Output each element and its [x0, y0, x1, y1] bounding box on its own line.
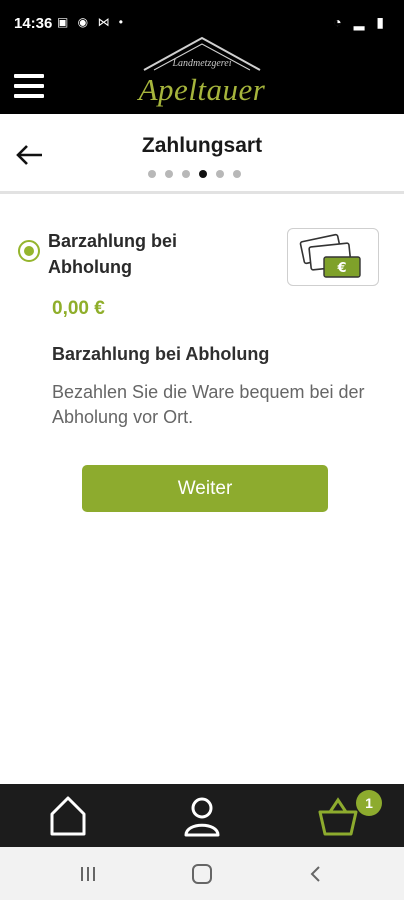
bottom-navigation: [0, 784, 404, 847]
notification-icons: ▣ ◉ ⋈ •: [57, 15, 127, 29]
hamburger-icon[interactable]: [14, 74, 44, 100]
step-dot: [216, 170, 224, 178]
system-status-icons: ◔ ▂ ▮: [333, 14, 388, 30]
svg-text:€: €: [336, 261, 346, 276]
home-icon[interactable]: [46, 794, 90, 838]
step-dot: [165, 170, 173, 178]
system-navigation-bar: [0, 847, 404, 900]
app-header: 14:36 ▣ ◉ ⋈ • ◔ ▂ ▮ Landmetzgerei Apelta…: [0, 0, 404, 114]
basket-icon[interactable]: [316, 794, 360, 838]
logo-name: Apeltauer: [138, 72, 266, 107]
logo-subtitle: Landmetzgerei: [172, 58, 232, 69]
step-dot: [148, 170, 156, 178]
home-button-icon[interactable]: [190, 863, 214, 885]
step-indicator: [148, 170, 241, 180]
payment-price: 0,00 €: [52, 298, 105, 319]
step-dot: [233, 170, 241, 178]
status-time: 14:36: [14, 15, 53, 32]
payment-method-title: Barzahlung bei Abholung: [52, 344, 270, 364]
cart-count-badge: 1: [356, 790, 382, 816]
page-header: Zahlungsart: [0, 114, 404, 194]
user-icon[interactable]: [180, 794, 224, 838]
recent-apps-icon[interactable]: [76, 863, 100, 885]
back-button-icon[interactable]: [304, 863, 328, 885]
payment-radio[interactable]: [18, 240, 40, 262]
payment-method-badge: €: [287, 228, 379, 286]
brand-logo: Landmetzgerei Apeltauer: [132, 34, 272, 107]
continue-button[interactable]: Weiter: [82, 465, 328, 512]
step-dot: [182, 170, 190, 178]
step-dot-current: [199, 170, 207, 178]
payment-method-description: Bezahlen Sie die Ware bequem bei der Abh…: [52, 382, 365, 427]
page-title: Zahlungsart: [141, 134, 263, 157]
cash-euro-icon: €: [299, 233, 361, 278]
payment-option-label[interactable]: Barzahlung bei Abholung: [48, 228, 248, 280]
